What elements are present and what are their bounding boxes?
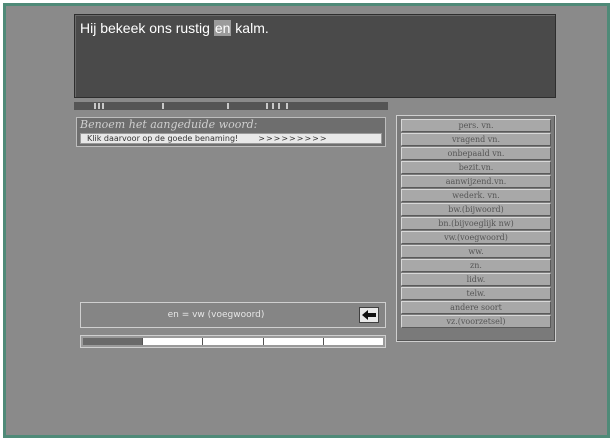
sentence-before: Hij bekeek ons rustig	[80, 20, 214, 36]
option-andere-soort[interactable]: andere soort	[401, 301, 551, 314]
progress-segment	[263, 338, 324, 345]
sentence-after: kalm.	[231, 20, 269, 36]
ruler-tick	[278, 103, 280, 109]
next-button[interactable]	[359, 307, 379, 323]
option-pers-vn[interactable]: pers. vn.	[401, 119, 551, 132]
option-wederk-vn[interactable]: wederk. vn.	[401, 189, 551, 202]
arrow-left-icon	[362, 310, 376, 320]
prompt-title: Benoem het aangeduide woord:	[80, 118, 258, 131]
ruler-tick	[266, 103, 268, 109]
progress-segment	[143, 338, 204, 345]
option-telw[interactable]: telw.	[401, 287, 551, 300]
option-bezit-vn[interactable]: bezit.vn.	[401, 161, 551, 174]
highlighted-word: en	[213, 20, 232, 36]
ruler-tick	[94, 103, 96, 109]
sentence-panel: Hij bekeek ons rustig en kalm.	[74, 14, 556, 98]
ruler-tick	[227, 103, 229, 109]
option-bijwoord[interactable]: bw.(bijwoord)	[401, 203, 551, 216]
prompt-box: Benoem het aangeduide woord: Klik daarvo…	[76, 117, 386, 147]
ruler-tick	[98, 103, 100, 109]
ruler-tick	[272, 103, 274, 109]
progress-segment	[323, 338, 384, 345]
progress-segment	[83, 338, 144, 345]
answer-bar: en = vw (voegwoord)	[80, 302, 386, 328]
ruler-tick	[102, 103, 104, 109]
option-lidw[interactable]: lidw.	[401, 273, 551, 286]
app-window: Hij bekeek ons rustig en kalm. Benoem he…	[3, 3, 610, 438]
option-voegwoord[interactable]: vw.(voegwoord)	[401, 231, 551, 244]
answer-text: en = vw (voegwoord)	[167, 310, 265, 320]
ruler-tick	[162, 103, 164, 109]
progress-segment	[203, 338, 264, 345]
sentence-text: Hij bekeek ons rustig en kalm.	[80, 19, 550, 37]
option-ww[interactable]: ww.	[401, 245, 551, 258]
option-aanwijzend-vn[interactable]: aanwijzend.vn.	[401, 175, 551, 188]
progress-bar	[80, 335, 386, 348]
option-bijvoeglijk-nw[interactable]: bn.(bijvoeglijk nw)	[401, 217, 551, 230]
prompt-instruction: Klik daarvoor op de goede benaming! >>>>>…	[80, 133, 382, 144]
option-vragend-vn[interactable]: vragend vn.	[401, 133, 551, 146]
instruction-text: Klik daarvoor op de goede benaming!	[87, 134, 239, 143]
ruler-bar	[74, 102, 388, 110]
ruler-tick	[286, 103, 288, 109]
option-zn[interactable]: zn.	[401, 259, 551, 272]
option-voorzetsel[interactable]: vz.(voorzetsel)	[401, 315, 551, 328]
option-onbepaald-vn[interactable]: onbepaald vn.	[401, 147, 551, 160]
word-type-options: pers. vn. vragend vn. onbepaald vn. bezi…	[396, 115, 556, 342]
instruction-arrows: >>>>>>>>>	[258, 134, 328, 143]
